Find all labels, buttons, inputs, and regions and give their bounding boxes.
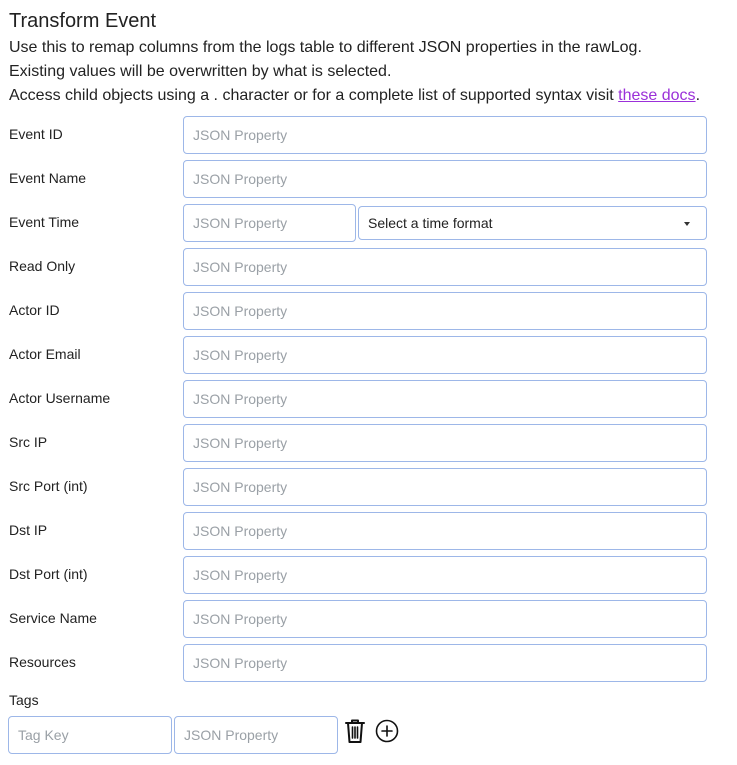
resources-input[interactable] — [183, 644, 707, 682]
field-label: Actor ID — [9, 302, 60, 318]
field-row-read-only: Read Only — [9, 248, 709, 286]
time-format-select-label: Select a time format — [368, 215, 493, 231]
dst-port-input[interactable] — [183, 556, 707, 594]
trash-icon[interactable] — [344, 718, 366, 744]
field-row-resources: Resources — [9, 644, 709, 682]
plus-circle-icon[interactable] — [375, 719, 399, 743]
event-id-input[interactable] — [183, 116, 707, 154]
field-row-actor-email: Actor Email — [9, 336, 709, 374]
tag-key-input[interactable] — [8, 716, 172, 754]
description-line-3-suffix: . — [695, 87, 701, 104]
field-label: Event Name — [9, 170, 87, 186]
transform-event-form: Transform Event Use this to remap column… — [0, 0, 737, 765]
actor-id-input[interactable] — [183, 292, 707, 330]
description-line-2: Existing values will be overwritten by w… — [9, 63, 392, 80]
field-label: Resources — [9, 654, 76, 670]
description-line-3-text: Access child objects using a . character… — [9, 87, 619, 104]
field-row-src-ip: Src IP — [9, 424, 709, 462]
time-format-select[interactable]: Select a time format — [358, 206, 707, 240]
event-name-input[interactable] — [183, 160, 707, 198]
actor-email-input[interactable] — [183, 336, 707, 374]
tags-label: Tags — [9, 692, 39, 708]
field-label: Read Only — [9, 258, 76, 274]
field-row-service-name: Service Name — [9, 600, 709, 638]
field-row-actor-id: Actor ID — [9, 292, 709, 330]
docs-link[interactable]: these docs — [618, 87, 695, 104]
field-label: Dst IP — [9, 522, 48, 538]
src-port-input[interactable] — [183, 468, 707, 506]
field-label: Dst Port (int) — [9, 566, 88, 582]
description-line-3: Access child objects using a . character… — [9, 86, 700, 106]
field-row-dst-port: Dst Port (int) — [9, 556, 709, 594]
field-label: Event Time — [9, 214, 80, 230]
field-label: Actor Email — [9, 346, 81, 362]
event-time-input[interactable] — [183, 204, 356, 242]
actor-username-input[interactable] — [183, 380, 707, 418]
field-row-src-port: Src Port (int) — [9, 468, 709, 506]
field-row-event-name: Event Name — [9, 160, 709, 198]
chevron-down-icon — [684, 222, 690, 226]
description-line-1: Use this to remap columns from the logs … — [9, 39, 642, 56]
field-row-dst-ip: Dst IP — [9, 512, 709, 550]
dst-ip-input[interactable] — [183, 512, 707, 550]
field-row-actor-username: Actor Username — [9, 380, 709, 418]
field-row-event-id: Event ID — [9, 116, 709, 154]
field-row-event-time: Event Time Select a time format — [9, 204, 709, 242]
tag-value-input[interactable] — [174, 716, 338, 754]
field-label: Event ID — [9, 126, 63, 142]
read-only-input[interactable] — [183, 248, 707, 286]
field-label: Service Name — [9, 610, 97, 626]
field-label: Actor Username — [9, 390, 111, 406]
service-name-input[interactable] — [183, 600, 707, 638]
field-label: Src Port (int) — [9, 478, 88, 494]
page-title: Transform Event — [9, 10, 157, 32]
field-label: Src IP — [9, 434, 48, 450]
src-ip-input[interactable] — [183, 424, 707, 462]
